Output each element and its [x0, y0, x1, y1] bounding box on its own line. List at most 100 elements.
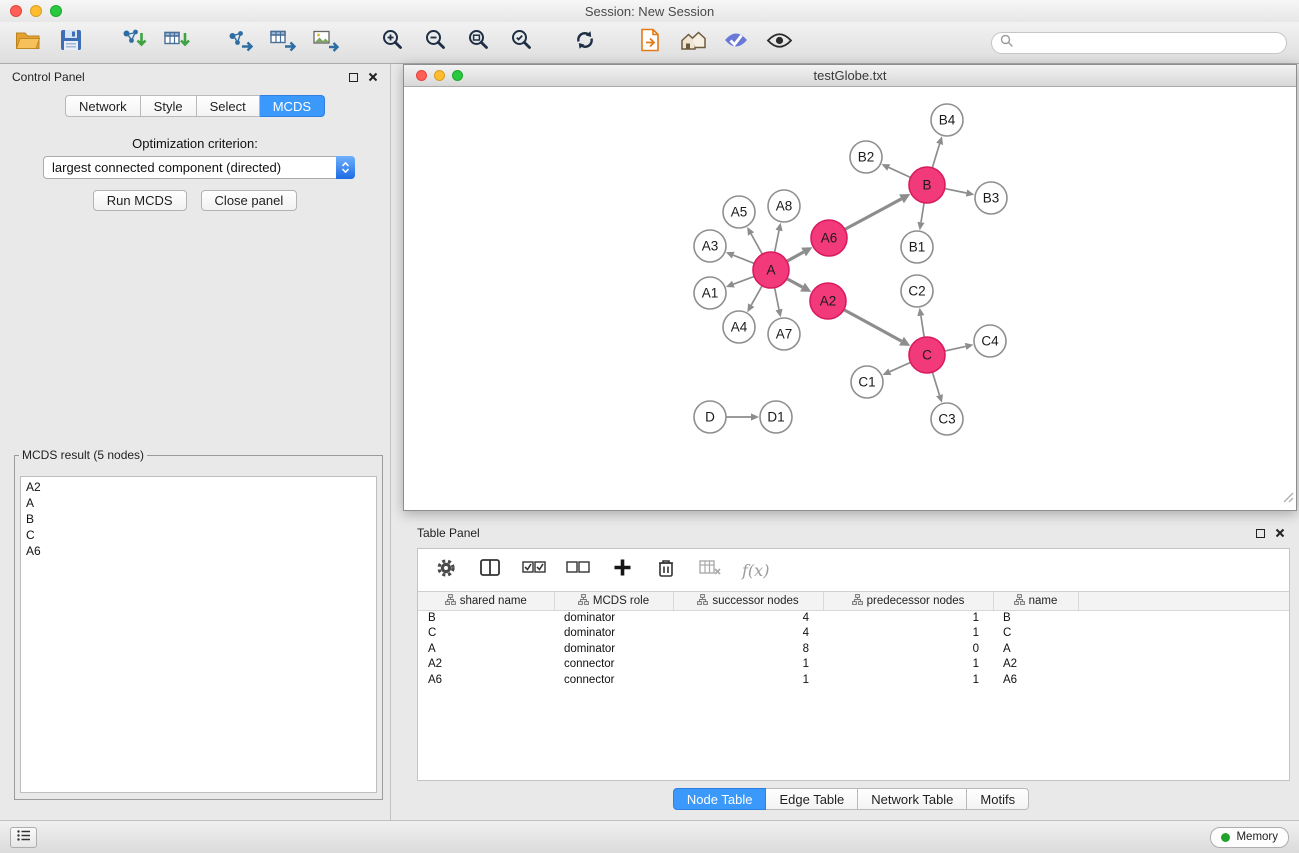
network-zoom-button[interactable] — [452, 70, 463, 81]
tab-network[interactable]: Network — [65, 95, 141, 117]
table-cell[interactable]: 1 — [673, 657, 823, 673]
table-cell[interactable]: A2 — [418, 657, 554, 673]
graph-node-D[interactable]: D — [694, 401, 726, 433]
select-all-rows-button[interactable] — [522, 557, 546, 583]
network-window-titlebar[interactable]: testGlobe.txt — [404, 65, 1296, 87]
graph-node-B[interactable]: B — [909, 167, 945, 203]
table-float-icon[interactable] — [1256, 529, 1265, 538]
table-cell[interactable]: dominator — [554, 642, 673, 658]
column-header-successor-nodes[interactable]: successor nodes — [673, 592, 823, 610]
show-columns-button[interactable] — [478, 557, 502, 583]
table-cell[interactable]: A2 — [993, 657, 1078, 673]
table-cell[interactable]: C — [418, 626, 554, 642]
tab-edge-table[interactable]: Edge Table — [766, 788, 858, 810]
refresh-layout-button[interactable] — [569, 27, 601, 59]
tab-node-table[interactable]: Node Table — [673, 788, 767, 810]
graph-node-A5[interactable]: A5 — [723, 196, 755, 228]
graph-node-C3[interactable]: C3 — [931, 403, 963, 435]
table-cell[interactable]: 1 — [673, 673, 823, 689]
node-table[interactable]: shared nameMCDS rolesuccessor nodesprede… — [418, 591, 1289, 780]
table-cell[interactable]: A6 — [993, 673, 1078, 689]
function-builder-button[interactable]: f(x) — [742, 557, 769, 583]
criterion-select[interactable]: largest connected component (directed) — [43, 156, 355, 179]
result-item[interactable]: A2 — [21, 479, 376, 495]
graph-node-A3[interactable]: A3 — [694, 230, 726, 262]
memory-button[interactable]: Memory — [1210, 827, 1289, 848]
graph-node-B3[interactable]: B3 — [975, 182, 1007, 214]
graph-edge-B-B3[interactable] — [945, 189, 975, 197]
graph-node-C[interactable]: C — [909, 337, 945, 373]
table-cell[interactable]: 0 — [823, 642, 993, 658]
zoom-fit-content-button[interactable] — [463, 27, 495, 59]
table-cell[interactable]: 8 — [673, 642, 823, 658]
table-cell[interactable]: dominator — [554, 626, 673, 642]
graph-node-A[interactable]: A — [753, 252, 789, 288]
graph-edge-A-A5[interactable] — [747, 227, 762, 254]
table-row[interactable]: A2connector11A2 — [418, 657, 1289, 673]
graph-edge-D-D1[interactable] — [726, 413, 759, 420]
table-cell[interactable]: 1 — [823, 626, 993, 642]
table-cell[interactable]: 1 — [823, 610, 993, 626]
table-cell[interactable]: 4 — [673, 626, 823, 642]
graph-edge-A2-C[interactable] — [844, 310, 911, 346]
table-settings-button[interactable] — [434, 557, 458, 583]
graph-edge-B-B2[interactable] — [882, 164, 911, 177]
delete-columns-button[interactable] — [654, 557, 678, 583]
column-header-predecessor-nodes[interactable]: predecessor nodes — [823, 592, 993, 610]
float-panel-icon[interactable] — [349, 73, 358, 82]
zoom-window-button[interactable] — [50, 5, 62, 17]
table-cell[interactable]: A — [418, 642, 554, 658]
hide-panels-button[interactable] — [677, 27, 709, 59]
resize-grip-icon[interactable] — [1283, 490, 1294, 508]
graph-edge-C-C4[interactable] — [945, 343, 974, 351]
graph-edge-A-A8[interactable] — [775, 223, 783, 253]
table-row[interactable]: A6connector11A6 — [418, 673, 1289, 689]
import-network-from-file-button[interactable] — [118, 27, 150, 59]
graph-node-C2[interactable]: C2 — [901, 275, 933, 307]
table-cell[interactable]: dominator — [554, 610, 673, 626]
table-cell[interactable]: A6 — [418, 673, 554, 689]
network-close-button[interactable] — [416, 70, 427, 81]
graph-node-C1[interactable]: C1 — [851, 366, 883, 398]
tab-mcds[interactable]: MCDS — [260, 95, 325, 117]
toggle-view-check-button[interactable] — [720, 27, 752, 59]
run-mcds-button[interactable]: Run MCDS — [93, 190, 187, 211]
export-network-button[interactable] — [224, 27, 256, 59]
table-cell[interactable]: B — [993, 610, 1078, 626]
graph-edge-C-C1[interactable] — [883, 362, 911, 375]
column-header-MCDS-role[interactable]: MCDS role — [554, 592, 673, 610]
graph-edge-A6-B[interactable] — [845, 194, 911, 229]
deselect-all-rows-button[interactable] — [566, 557, 590, 583]
table-cell[interactable]: connector — [554, 673, 673, 689]
graph-node-B1[interactable]: B1 — [901, 231, 933, 263]
table-cell[interactable]: 1 — [823, 673, 993, 689]
table-cell[interactable]: B — [418, 610, 554, 626]
task-history-button[interactable] — [10, 827, 37, 848]
graph-edge-B-B1[interactable] — [917, 203, 924, 230]
tab-motifs[interactable]: Motifs — [967, 788, 1029, 810]
graph-node-A2[interactable]: A2 — [810, 283, 846, 319]
close-panel-button[interactable]: Close panel — [201, 190, 298, 211]
export-table-button[interactable] — [267, 27, 299, 59]
table-cell[interactable]: C — [993, 626, 1078, 642]
graph-edge-A-A4[interactable] — [747, 286, 762, 313]
zoom-selected-region-button[interactable] — [506, 27, 538, 59]
table-row[interactable]: Bdominator41B — [418, 610, 1289, 626]
graph-node-B2[interactable]: B2 — [850, 141, 882, 173]
result-item[interactable]: A6 — [21, 543, 376, 559]
table-row[interactable]: Cdominator41C — [418, 626, 1289, 642]
search-input[interactable] — [1018, 36, 1278, 50]
show-graphics-details-button[interactable] — [763, 27, 795, 59]
save-session-button[interactable] — [55, 27, 87, 59]
table-close-icon[interactable] — [1275, 528, 1285, 538]
network-graph[interactable]: B4B2BB3A5A8A6B1A3AC2A1A2A4A7C4CC1C3DD1 — [404, 87, 1296, 510]
graph-node-A7[interactable]: A7 — [768, 318, 800, 350]
network-minimize-button[interactable] — [434, 70, 445, 81]
network-canvas[interactable]: B4B2BB3A5A8A6B1A3AC2A1A2A4A7C4CC1C3DD1 — [404, 87, 1296, 510]
table-cell[interactable]: 1 — [823, 657, 993, 673]
graph-edge-A-A7[interactable] — [775, 288, 783, 318]
import-table-from-file-button[interactable] — [161, 27, 193, 59]
table-cell[interactable]: A — [993, 642, 1078, 658]
minimize-window-button[interactable] — [30, 5, 42, 17]
mcds-result-list[interactable]: A2ABCA6 — [20, 476, 377, 793]
